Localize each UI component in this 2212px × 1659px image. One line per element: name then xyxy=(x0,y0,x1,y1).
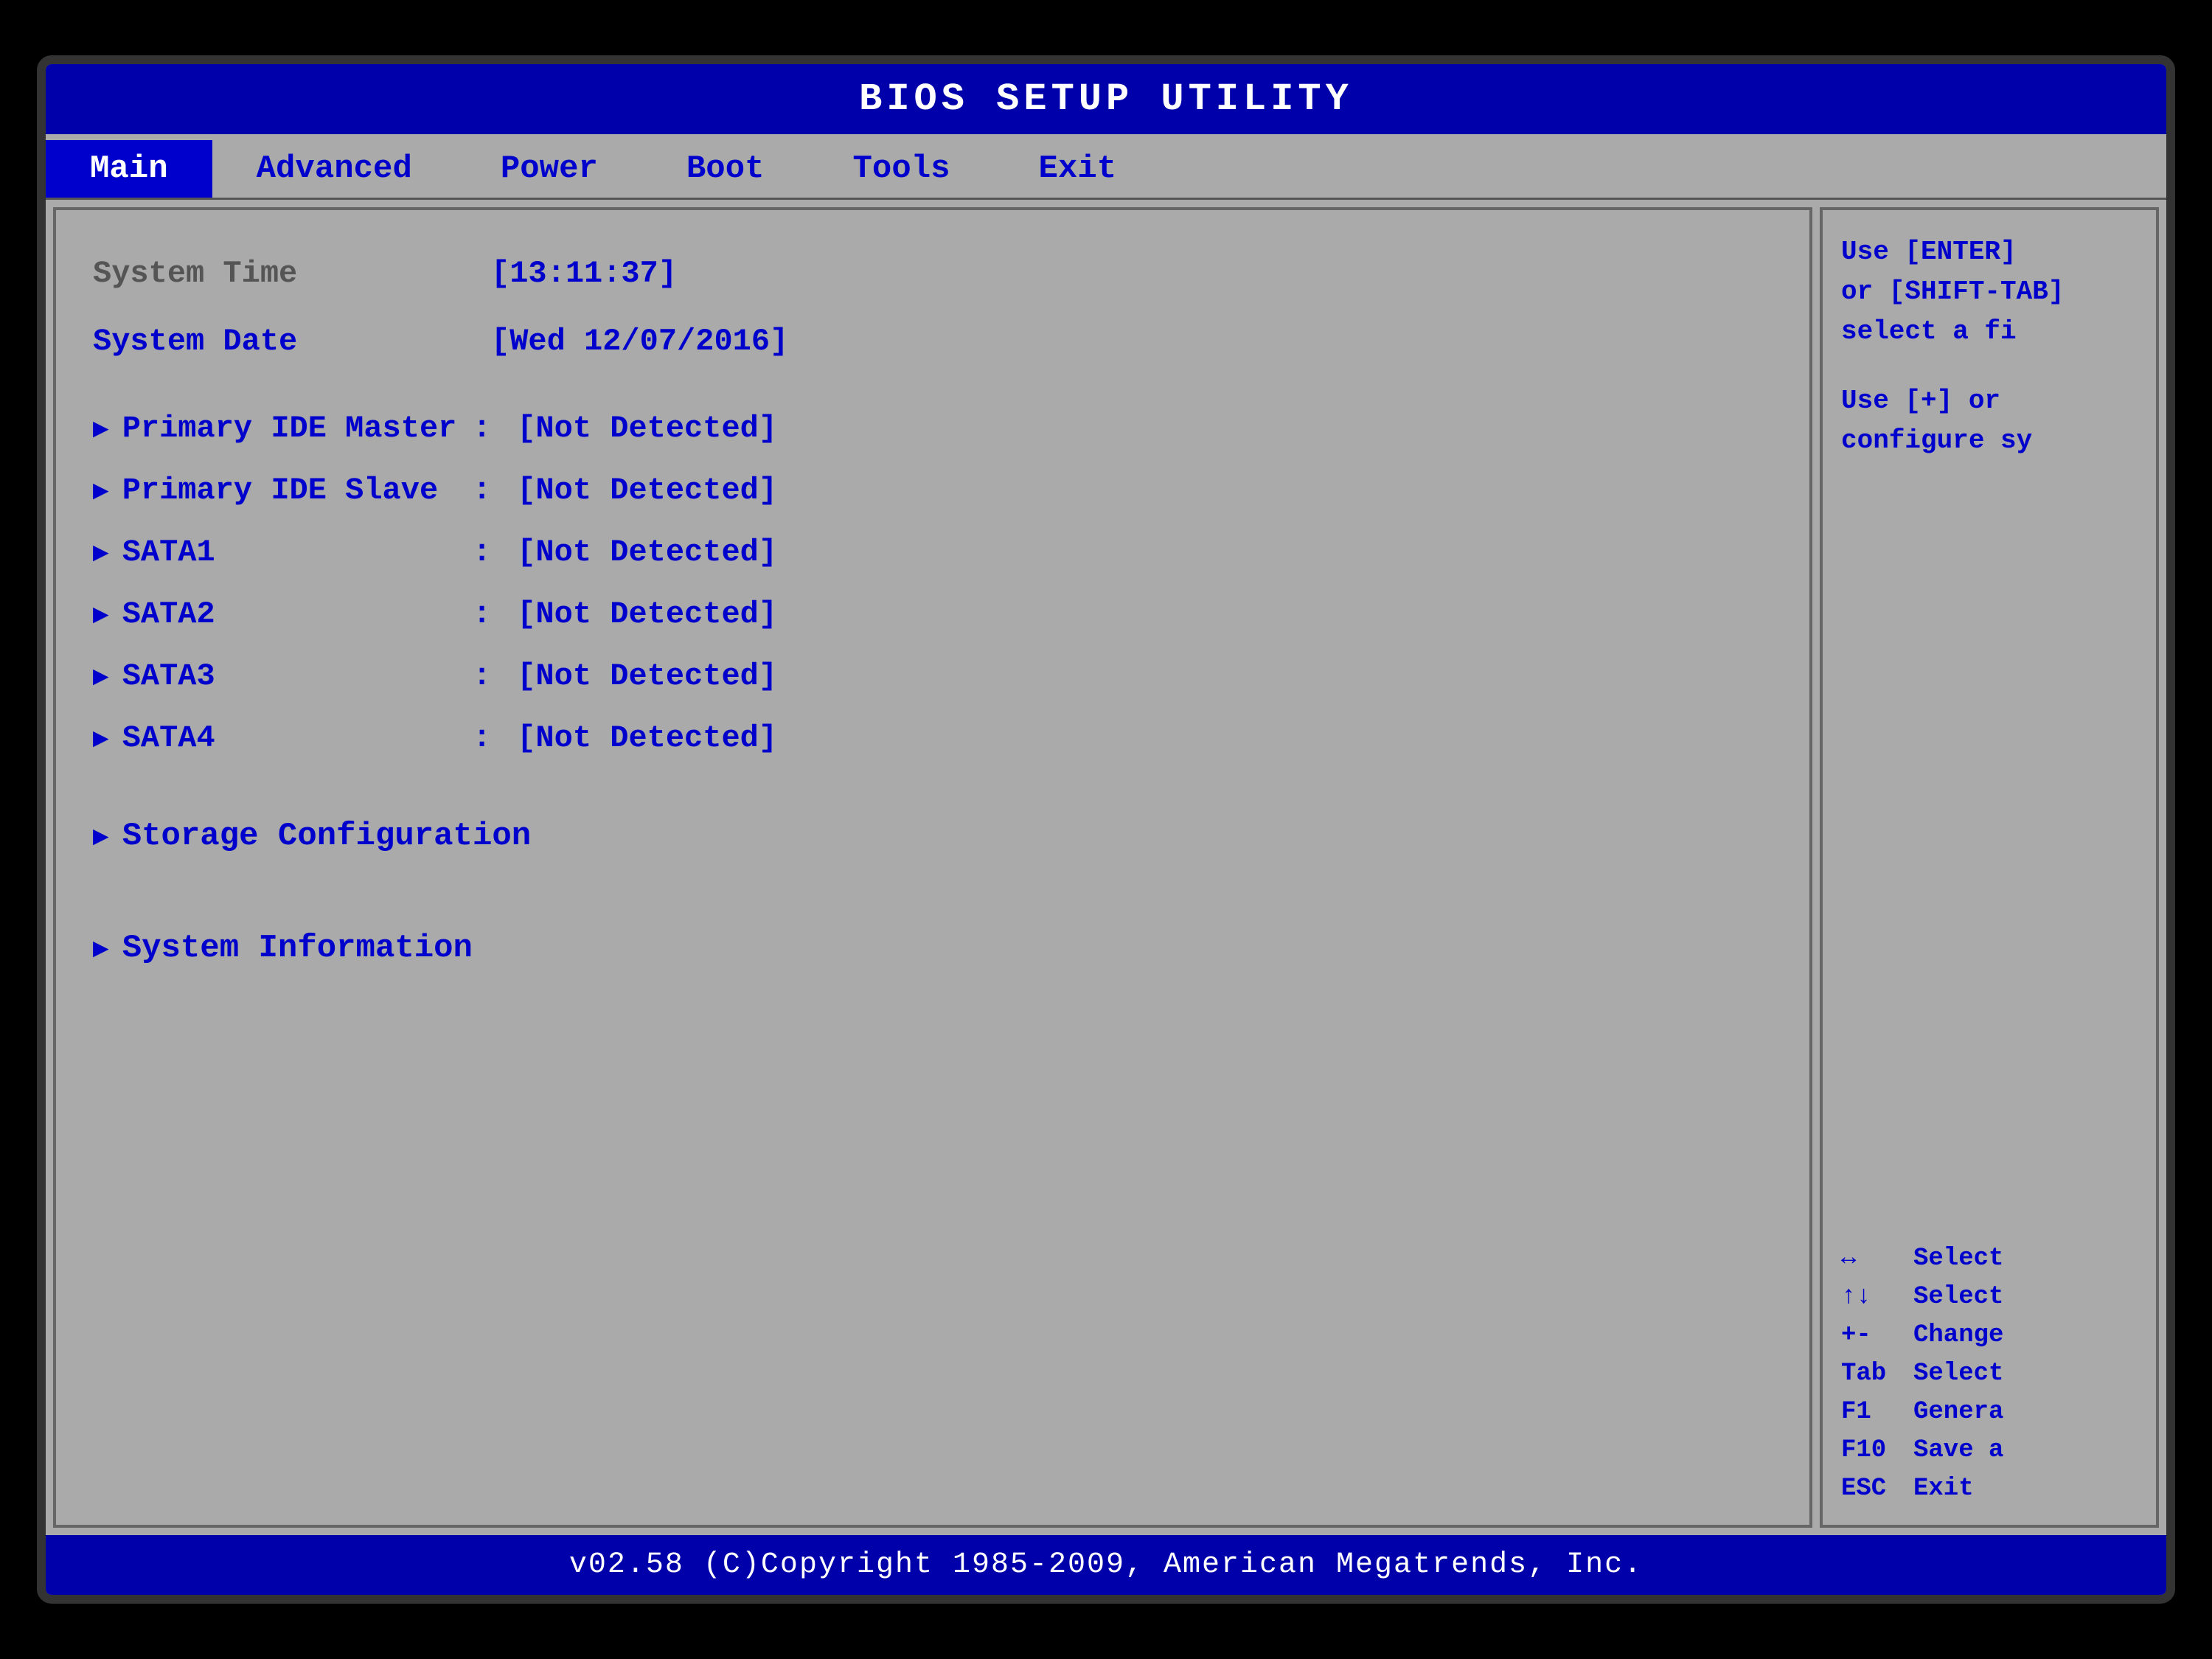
key-row-f1: F1 Genera xyxy=(1841,1398,2138,1426)
key-desc-f10: Save a xyxy=(1913,1436,2003,1464)
arrow-icon: ▶ xyxy=(93,599,109,630)
key-row-plusminus: +- Change xyxy=(1841,1321,2138,1349)
bios-title: BIOS SETUP UTILITY xyxy=(859,77,1353,121)
arrow-icon: ▶ xyxy=(93,413,109,445)
help-keys: ↔ Select ↑↓ Select +- Change Tab Select xyxy=(1841,1245,2138,1503)
nav-exit[interactable]: Exit xyxy=(995,140,1161,198)
key-row-arrows: ↔ Select xyxy=(1841,1245,2138,1273)
help-text-section1: Use [ENTER] or [SHIFT-TAB] select a fi xyxy=(1841,232,2138,352)
key-symbol-tab: Tab xyxy=(1841,1360,1900,1388)
arrow-icon: ▶ xyxy=(93,723,109,754)
sata4-row[interactable]: ▶ SATA4 : [Not Detected] xyxy=(93,720,1773,756)
sata1-row[interactable]: ▶ SATA1 : [Not Detected] xyxy=(93,535,1773,570)
key-symbol-f10: F10 xyxy=(1841,1436,1900,1464)
arrow-icon: ▶ xyxy=(93,661,109,692)
key-symbol-plusminus: +- xyxy=(1841,1321,1900,1349)
sata2-row[interactable]: ▶ SATA2 : [Not Detected] xyxy=(93,597,1773,632)
storage-config-label: ▶ Storage Configuration xyxy=(93,818,531,855)
key-symbol-updown: ↑↓ xyxy=(1841,1283,1900,1311)
system-time-value[interactable]: [13:11:37] xyxy=(491,256,677,291)
help-text-3: select a fi xyxy=(1841,312,2138,352)
key-desc-esc: Exit xyxy=(1913,1475,1974,1503)
sata2-value: [Not Detected] xyxy=(517,597,777,632)
content-area: System Time [13:11:37] System Date [Wed … xyxy=(46,200,2166,1535)
main-panel: System Time [13:11:37] System Date [Wed … xyxy=(53,207,1812,1528)
primary-ide-master-label: ▶ Primary IDE Master xyxy=(93,411,462,446)
arrow-icon: ▶ xyxy=(93,537,109,568)
sata3-row[interactable]: ▶ SATA3 : [Not Detected] xyxy=(93,658,1773,694)
nav-advanced[interactable]: Advanced xyxy=(212,140,456,198)
system-time-row[interactable]: System Time [13:11:37] xyxy=(93,256,1773,291)
key-desc-tab: Select xyxy=(1913,1360,2003,1388)
help-text-section2: Use [+] or configure sy xyxy=(1841,381,2138,461)
primary-ide-master-row[interactable]: ▶ Primary IDE Master : [Not Detected] xyxy=(93,411,1773,446)
primary-ide-slave-row[interactable]: ▶ Primary IDE Slave : [Not Detected] xyxy=(93,473,1773,508)
arrow-icon: ▶ xyxy=(93,475,109,507)
bios-screen: BIOS SETUP UTILITY Main Advanced Power B… xyxy=(46,64,2166,1595)
sata4-label: ▶ SATA4 xyxy=(93,720,462,756)
system-date-label: System Date xyxy=(93,324,476,359)
help-text-4: Use [+] or xyxy=(1841,381,2138,421)
sata3-value: [Not Detected] xyxy=(517,658,777,694)
arrow-icon: ▶ xyxy=(93,821,109,852)
key-symbol-arrows: ↔ xyxy=(1841,1245,1900,1273)
sata1-label: ▶ SATA1 xyxy=(93,535,462,570)
help-text-2: or [SHIFT-TAB] xyxy=(1841,272,2138,312)
sata4-value: [Not Detected] xyxy=(517,720,777,756)
system-date-row[interactable]: System Date [Wed 12/07/2016] xyxy=(93,324,1773,359)
key-desc-plusminus: Change xyxy=(1913,1321,2003,1349)
sata3-label: ▶ SATA3 xyxy=(93,658,462,694)
footer-bar: v02.58 (C)Copyright 1985-2009, American … xyxy=(46,1535,2166,1595)
nav-bar[interactable]: Main Advanced Power Boot Tools Exit xyxy=(46,134,2166,200)
footer-text: v02.58 (C)Copyright 1985-2009, American … xyxy=(569,1548,1643,1582)
key-desc-f1: Genera xyxy=(1913,1398,2003,1426)
key-row-f10: F10 Save a xyxy=(1841,1436,2138,1464)
system-info-row[interactable]: ▶ System Information xyxy=(93,930,1773,967)
sata2-label: ▶ SATA2 xyxy=(93,597,462,632)
key-symbol-f1: F1 xyxy=(1841,1398,1900,1426)
arrow-icon: ▶ xyxy=(93,933,109,964)
system-time-label: System Time xyxy=(93,256,476,291)
primary-ide-master-value: [Not Detected] xyxy=(517,411,777,446)
sata1-value: [Not Detected] xyxy=(517,535,777,570)
nav-power[interactable]: Power xyxy=(456,140,642,198)
primary-ide-slave-value: [Not Detected] xyxy=(517,473,777,508)
key-row-updown: ↑↓ Select xyxy=(1841,1283,2138,1311)
help-panel: Use [ENTER] or [SHIFT-TAB] select a fi U… xyxy=(1820,207,2159,1528)
key-row-esc: ESC Exit xyxy=(1841,1475,2138,1503)
help-text-5: configure sy xyxy=(1841,421,2138,461)
nav-tools[interactable]: Tools xyxy=(809,140,995,198)
nav-main[interactable]: Main xyxy=(46,140,212,198)
storage-config-row[interactable]: ▶ Storage Configuration xyxy=(93,818,1773,855)
key-desc-updown: Select xyxy=(1913,1283,2003,1311)
nav-boot[interactable]: Boot xyxy=(642,140,809,198)
key-row-tab: Tab Select xyxy=(1841,1360,2138,1388)
system-date-value[interactable]: [Wed 12/07/2016] xyxy=(491,324,788,359)
help-text-1: Use [ENTER] xyxy=(1841,232,2138,272)
key-symbol-esc: ESC xyxy=(1841,1475,1900,1503)
primary-ide-slave-label: ▶ Primary IDE Slave xyxy=(93,473,462,508)
monitor: BIOS SETUP UTILITY Main Advanced Power B… xyxy=(37,55,2175,1604)
system-info-label: ▶ System Information xyxy=(93,930,473,967)
title-bar: BIOS SETUP UTILITY xyxy=(46,64,2166,134)
key-desc-arrows: Select xyxy=(1913,1245,2003,1273)
